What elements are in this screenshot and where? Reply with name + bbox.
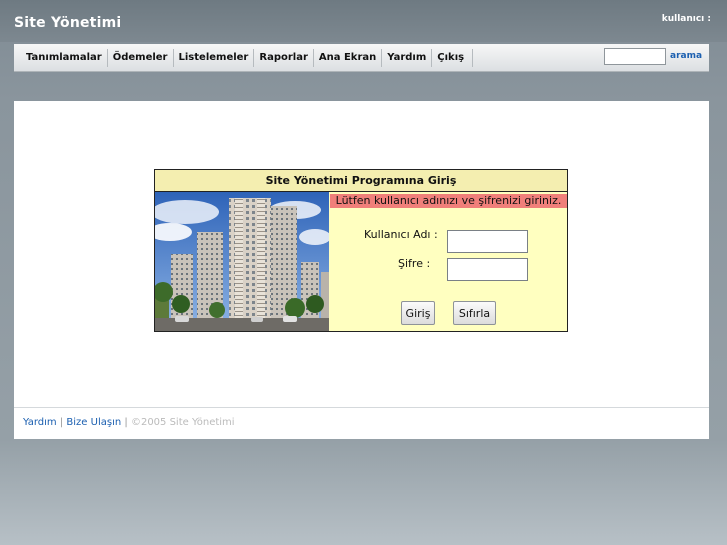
footer-help-link[interactable]: Yardım xyxy=(23,417,57,428)
password-label: Şifre : xyxy=(398,257,431,270)
nav-item-raporlar[interactable]: Raporlar xyxy=(254,48,314,67)
nav-item-yardim[interactable]: Yardım xyxy=(382,48,433,67)
main-content: Site Yönetimi Programına Giriş Lütfen ku… xyxy=(14,101,709,407)
search-link[interactable]: arama xyxy=(670,51,702,61)
nav-item-listelemeler[interactable]: Listelemeler xyxy=(174,48,255,67)
error-message: Lütfen kullanıcı adınızı ve şifrenizi gi… xyxy=(330,194,567,208)
username-field[interactable] xyxy=(447,230,528,253)
login-title: Site Yönetimi Programına Giriş xyxy=(155,170,567,192)
username-label: Kullanıcı Adı : xyxy=(364,228,438,241)
footer-contact-link[interactable]: Bize Ulaşın xyxy=(66,417,121,428)
footer-copyright: ©2005 Site Yönetimi xyxy=(130,417,235,428)
footer-links: Yardım | Bize Ulaşın | ©2005 Site Yöneti… xyxy=(23,417,235,428)
password-field[interactable] xyxy=(447,258,528,281)
login-form: Lütfen kullanıcı adınızı ve şifrenizi gi… xyxy=(330,192,567,331)
nav-item-ana-ekran[interactable]: Ana Ekran xyxy=(314,48,383,67)
search-input[interactable] xyxy=(604,48,666,65)
footer: Yardım | Bize Ulaşın | ©2005 Site Yöneti… xyxy=(14,407,709,439)
site-title: Site Yönetimi xyxy=(14,15,122,31)
header-bar: Site Yönetimi kullanıcı : xyxy=(0,0,727,42)
nav-bar: Tanımlamalar Ödemeler Listelemeler Rapor… xyxy=(14,44,709,72)
footer-separator: | xyxy=(59,417,64,428)
nav-item-tanimlamalar[interactable]: Tanımlamalar xyxy=(22,48,108,67)
nav-menu: Tanımlamalar Ödemeler Listelemeler Rapor… xyxy=(22,44,474,71)
login-button[interactable]: Giriş xyxy=(401,301,435,325)
nav-item-odemeler[interactable]: Ödemeler xyxy=(108,48,174,67)
apartment-buildings-photo xyxy=(155,192,329,331)
user-label: kullanıcı : xyxy=(661,14,711,24)
reset-button[interactable]: Sıfırla xyxy=(453,301,496,325)
login-box: Site Yönetimi Programına Giriş Lütfen ku… xyxy=(154,169,568,332)
nav-item-cikis[interactable]: Çıkış xyxy=(432,48,474,67)
footer-separator: | xyxy=(124,417,128,428)
